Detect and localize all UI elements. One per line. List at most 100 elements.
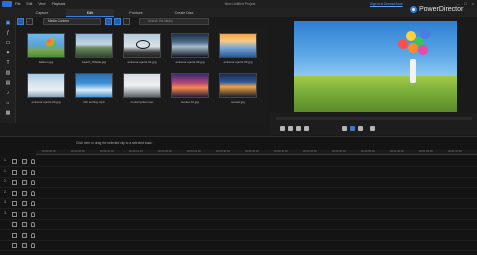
track-enable-checkbox[interactable] [22,169,27,175]
thumb-sunset[interactable] [219,73,257,98]
tab-produce[interactable]: Produce [112,9,160,17]
track-lock-icon[interactable] [31,201,35,206]
track-enable-checkbox[interactable] [22,190,27,196]
tab-edit[interactable]: Edit [66,9,114,17]
track-enable-checkbox[interactable] [22,222,27,227]
menu-edit[interactable]: Edit [26,2,32,6]
track-lock-icon[interactable] [31,159,35,164]
track-lock-icon[interactable] [31,243,35,248]
thumb-label: extreme sports 01.jpg [127,60,157,64]
ruler-tick: 00:00:30:00 [216,150,230,153]
fullscreen-icon[interactable] [370,126,375,131]
transition-room-icon[interactable]: ▥ [5,70,11,76]
maximize-icon[interactable]: □ [464,1,466,6]
thumb-label: extreme sports 02.jpg [175,60,205,64]
playback-scrubber[interactable] [276,117,472,120]
track-lock-icon[interactable] [31,222,35,227]
chapter-room-icon[interactable]: ⌂ [5,100,11,106]
volume-icon[interactable] [358,126,363,131]
ruler-tick: 00:00:15:00 [129,150,143,153]
ruler-tick: 00:01:05:00 [419,150,433,153]
media-library: balloon.jpg beach_hillside.jpg extreme s… [17,27,267,123]
thumb-label: beach_hillside.jpg [82,60,106,64]
tab-capture[interactable]: Capture [18,9,66,17]
track-enable-checkbox[interactable] [22,180,27,185]
thumb-fish-surfing[interactable] [75,73,113,98]
fx-room-icon[interactable]: ƒ [5,30,11,36]
menu-file[interactable]: File [15,2,20,6]
track-row: 1. [0,157,477,167]
track-enable-checkbox[interactable] [22,201,27,206]
ruler-tick: 00:01:00:00 [390,150,404,153]
menu-playback[interactable]: Playback [52,2,66,6]
prev-frame-icon[interactable] [296,126,301,131]
track-enable-checkbox[interactable] [22,159,27,164]
room-toolbar: ▣ ƒ ▭ ✦ T ▥ ▤ ♪ ⌂ ▦ [0,17,16,123]
view-image-icon[interactable] [114,18,121,25]
next-frame-icon[interactable] [304,126,309,131]
thumb-label: motorcycles.mpo [130,100,154,104]
play-icon[interactable] [280,126,285,131]
track-number: 1. [4,158,7,162]
library-search-input[interactable]: Search the library [139,18,209,25]
media-room-icon[interactable]: ▣ [5,20,11,26]
view-video-icon[interactable] [105,18,112,25]
view-audio-icon[interactable] [123,18,130,25]
track-lock-icon[interactable] [31,169,35,175]
track-lock-icon[interactable] [31,190,35,196]
track-row: 2. [0,189,477,199]
preview-window[interactable] [294,21,457,112]
thumb-sunset-01[interactable] [171,73,209,98]
track-enable-checkbox[interactable] [22,243,27,248]
media-type-icon[interactable] [26,18,33,25]
track-enable-checkbox[interactable] [22,232,27,238]
track-number: 2. [4,189,7,194]
thumb-motorcycles[interactable] [123,73,161,98]
ruler-tick: 00:00:05:00 [71,150,85,153]
ruler-tick: 00:00:55:00 [361,150,375,153]
ruler-tick: 00:00:10:00 [100,150,114,153]
ruler-tick: 00:00:00:00 [42,150,56,153]
thumb-extreme-sports-03[interactable] [219,33,257,58]
signin-link[interactable]: Sign in to DirectorZone [370,2,403,6]
track-type-icon [12,243,17,248]
timeline-ruler[interactable]: 00:00:00:00 00:00:05:00 00:00:10:00 00:00:1… [36,150,477,155]
stop-icon[interactable] [288,126,293,131]
track-lock-icon[interactable] [31,211,35,217]
voiceover-icon[interactable]: ♪ [5,90,11,96]
close-icon[interactable]: × [472,1,474,6]
window-title: New Untitled Project [224,1,256,6]
particle-room-icon[interactable]: ✦ [5,50,11,56]
track-separator [0,250,477,251]
track-enable-checkbox[interactable] [22,211,27,217]
pip-room-icon[interactable]: ▭ [5,40,11,46]
thumb-label: sunset.jpg [231,100,245,104]
thumb-label: extreme sports 04.jpg [31,100,61,104]
track-lock-icon[interactable] [31,232,35,238]
app-logo-icon [2,1,12,7]
audio-mixing-icon[interactable]: ▤ [5,80,11,86]
thumb-extreme-sports-04[interactable] [27,73,65,98]
thumb-extreme-sports-02[interactable] [171,33,209,58]
thumb-extreme-sports-01[interactable] [123,33,161,58]
subtitle-room-icon[interactable]: ▦ [5,110,11,116]
track-lock-icon[interactable] [31,180,35,185]
title-room-icon[interactable]: T [5,60,11,66]
track-number: 2. [4,179,7,183]
tab-create-disc[interactable]: Create Disc [160,9,208,17]
snapshot-icon[interactable] [342,126,347,131]
thumb-balloon[interactable] [27,33,65,58]
thumb-label: extreme sports 03.jpg [223,60,253,64]
ruler-tick: 00:01:10:00 [448,150,462,153]
import-media-icon[interactable] [17,18,24,25]
menu-view[interactable]: View [38,2,45,6]
powerdirector-logo-icon [410,6,417,13]
track-row: 2. [0,178,477,188]
ruler-tick: 00:00:40:00 [274,150,288,153]
track-row: 3. [0,199,477,209]
track-type-icon [12,222,17,227]
thumb-beach-hillside[interactable] [75,33,113,58]
ruler-tick: 00:00:50:00 [332,150,346,153]
quality-icon[interactable] [350,126,355,131]
library-filter-select[interactable]: Media Content [43,18,101,25]
